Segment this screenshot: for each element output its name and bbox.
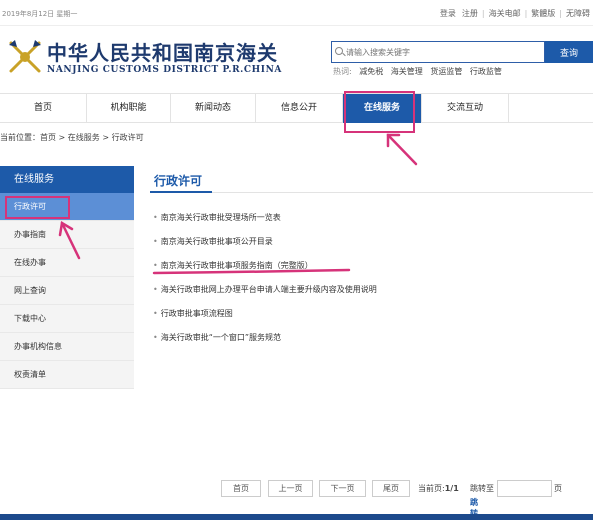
- search-button[interactable]: 查询: [545, 41, 593, 63]
- nav-item-news[interactable]: 新闻动态: [171, 94, 256, 123]
- current-page-value: 1/1: [444, 484, 459, 493]
- list-item[interactable]: 行政审批事项流程图: [153, 308, 377, 332]
- list-item[interactable]: 南京海关行政审批事项服务指南（完整版）: [153, 260, 377, 284]
- list-item[interactable]: 南京海关行政审批事项公开目录: [153, 236, 377, 260]
- title-divider: [150, 191, 593, 193]
- customs-emblem-icon: [9, 40, 41, 73]
- nav-item-home[interactable]: 首页: [0, 94, 87, 123]
- list-item[interactable]: 海关行政审批“一个窗口”服务规范: [153, 332, 377, 356]
- hot-words-label: 热词:: [333, 67, 352, 76]
- highlight-box: [5, 196, 70, 219]
- first-page-button[interactable]: 首页: [221, 480, 261, 497]
- site-logo[interactable]: 中华人民共和国南京海关 NANJING CUSTOMS DISTRICT P.R…: [5, 37, 295, 82]
- list-item[interactable]: 海关行政审批网上办理平台申请人端主要升级内容及使用说明: [153, 284, 377, 308]
- site-title-cn: 中华人民共和国南京海关: [47, 41, 278, 65]
- search-icon: [335, 47, 343, 55]
- sidebar-item-download[interactable]: 下载中心: [0, 305, 134, 333]
- site-title-en: NANJING CUSTOMS DISTRICT P.R.CHINA: [47, 65, 282, 75]
- top-bar: 2019年8月12日 星期一 登录 注册 | 海关电邮 | 繁體版 | 无障碍: [0, 0, 593, 26]
- list-item[interactable]: 南京海关行政审批受理场所一览表: [153, 212, 377, 236]
- search-input[interactable]: [331, 41, 545, 63]
- document-list: 南京海关行政审批受理场所一览表 南京海关行政审批事项公开目录 南京海关行政审批事…: [153, 212, 377, 356]
- top-links: 登录 注册 | 海关电邮 | 繁體版 | 无障碍: [437, 8, 593, 19]
- sidebar-item-online-handling[interactable]: 在线办事: [0, 249, 134, 277]
- title-accent: [150, 191, 212, 193]
- prev-page-button[interactable]: 上一页: [268, 480, 313, 497]
- highlight-box: [344, 91, 415, 133]
- divider: |: [559, 9, 562, 18]
- current-page-info: 当前页:1/1: [418, 483, 459, 494]
- accessibility-link[interactable]: 无障碍: [566, 9, 590, 18]
- hot-words: 热词: 减免税 海关管理 货运监管 行政监管: [333, 66, 507, 77]
- divider: |: [481, 9, 485, 18]
- login-link[interactable]: 登录: [440, 9, 456, 18]
- customs-mail-link[interactable]: 海关电邮: [489, 9, 521, 18]
- jump-label: 跳转至: [470, 484, 494, 493]
- sidebar-item-power-list[interactable]: 权责清单: [0, 361, 134, 389]
- page-title: 行政许可: [154, 174, 203, 188]
- breadcrumb: 当前位置：首页 > 在线服务 > 行政许可: [0, 133, 144, 142]
- sidebar-item-online-query[interactable]: 网上查询: [0, 277, 134, 305]
- footer-bar: [0, 514, 593, 520]
- divider: |: [524, 9, 528, 18]
- sidebar-item-guide[interactable]: 办事指南: [0, 221, 134, 249]
- jump-page-input[interactable]: [497, 480, 552, 497]
- main-nav: 首页 机构职能 新闻动态 信息公开 在线服务 交流互动: [0, 93, 593, 123]
- nav-item-organization[interactable]: 机构职能: [87, 94, 171, 123]
- hot-word-link[interactable]: 行政监管: [470, 67, 502, 76]
- hot-word-link[interactable]: 货运监管: [430, 67, 462, 76]
- hot-word-link[interactable]: 减免税: [359, 67, 383, 76]
- next-page-button[interactable]: 下一页: [319, 480, 366, 497]
- register-link[interactable]: 注册: [462, 9, 478, 18]
- nav-item-info-disclosure[interactable]: 信息公开: [256, 94, 343, 123]
- last-page-button[interactable]: 尾页: [372, 480, 410, 497]
- date-text: 2019年8月12日 星期一: [2, 10, 78, 18]
- nav-item-interaction[interactable]: 交流互动: [422, 94, 509, 123]
- hot-word-link[interactable]: 海关管理: [391, 67, 423, 76]
- current-page-label: 当前页:: [418, 484, 445, 493]
- sidebar-item-office-info[interactable]: 办事机构信息: [0, 333, 134, 361]
- sidebar-title: 在线服务: [0, 166, 134, 193]
- traditional-chinese-link[interactable]: 繁體版: [531, 9, 555, 18]
- page-unit: 页: [554, 484, 562, 493]
- search-box: 查询: [331, 41, 593, 63]
